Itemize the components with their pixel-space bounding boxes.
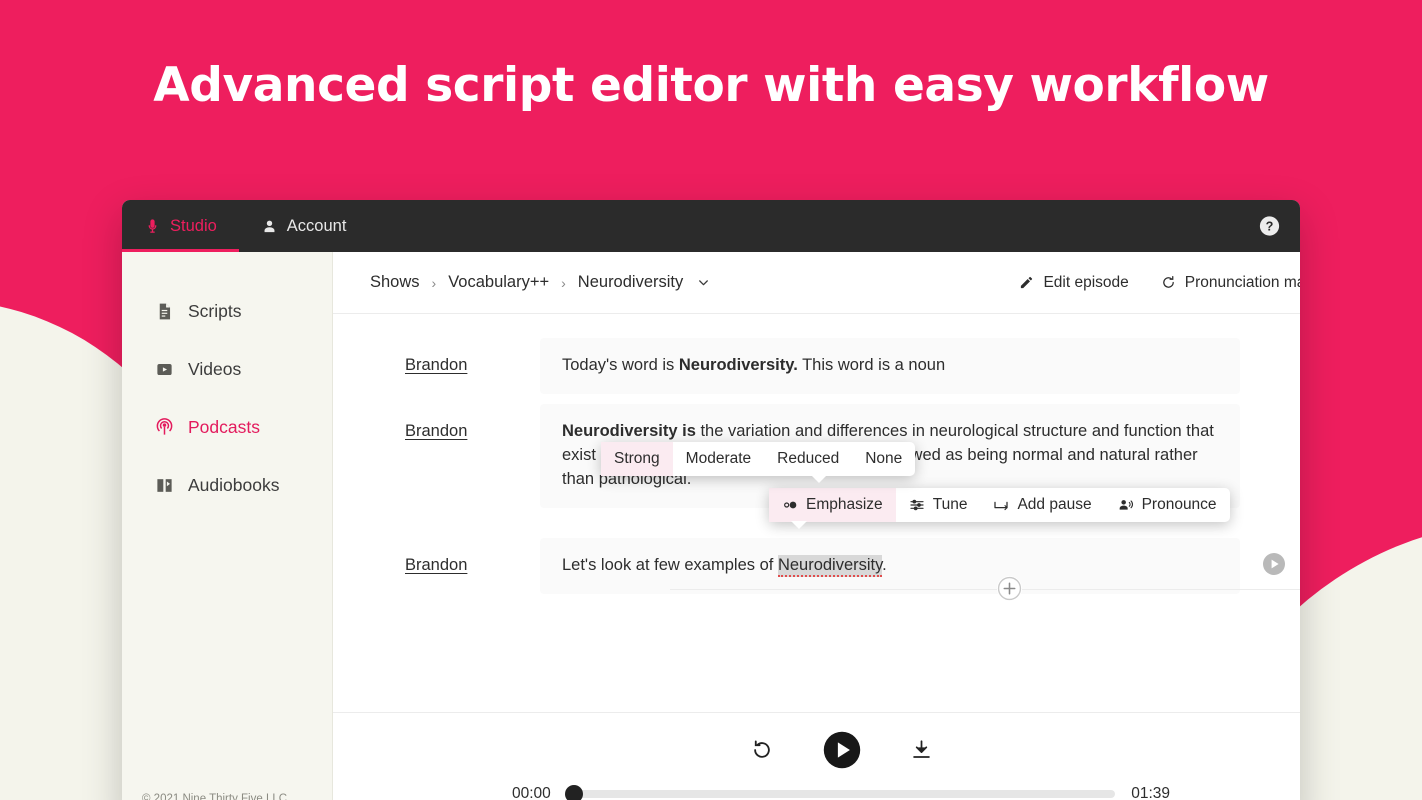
script-text-segment: Let's look at few examples of: [562, 555, 778, 574]
text-context-toolbar: Emphasize Tune Add pause Pronounce: [769, 488, 1230, 529]
emphasis-option-strong[interactable]: Strong: [601, 442, 673, 476]
total-time: 01:39: [1131, 784, 1170, 800]
restart-icon[interactable]: [751, 739, 773, 761]
download-icon[interactable]: [911, 739, 932, 760]
selected-word[interactable]: Neurodiversity: [777, 554, 883, 577]
player-buttons: [751, 731, 932, 769]
sidebar-label-podcasts: Podcasts: [188, 416, 260, 437]
emphasis-level-popup: Strong Moderate Reduced None: [601, 442, 916, 483]
breadcrumb-separator: ›: [431, 274, 437, 291]
edit-episode-label: Edit episode: [1043, 273, 1129, 291]
script-text-segment: Today's word is: [562, 356, 679, 374]
script-area: Brandon Today's word is Neurodiversity. …: [333, 314, 1300, 712]
emphasis-option-label: Strong: [614, 450, 660, 467]
plus-circle-icon[interactable]: [997, 576, 1022, 601]
app-body: Scripts Videos Podcasts Audiobooks © 202…: [122, 252, 1300, 800]
play-circle-icon[interactable]: [1262, 552, 1286, 576]
svg-text:?: ?: [1266, 219, 1274, 233]
video-icon: [157, 363, 172, 375]
topnav-item-account[interactable]: Account: [239, 200, 369, 252]
script-text-segment: .: [882, 555, 887, 574]
topnav-item-studio[interactable]: Studio: [122, 200, 239, 252]
sidebar: Scripts Videos Podcasts Audiobooks © 202…: [122, 252, 333, 800]
script-text-block[interactable]: Today's word is Neurodiversity. This wor…: [540, 338, 1240, 394]
script-block-tools: [1262, 538, 1300, 576]
pronunciation-map-label: Pronunciation map: [1184, 273, 1300, 291]
toolbar-pronounce-label: Pronounce: [1141, 496, 1217, 513]
emphasis-option-label: Moderate: [685, 450, 752, 467]
microphone-icon: [148, 218, 157, 233]
help-circle-icon[interactable]: ?: [1259, 216, 1280, 237]
script-text-segment-bold: Neurodiversity.: [678, 356, 798, 374]
breadcrumb-actions: Edit episode Pronunciation map: [1019, 274, 1300, 292]
toolbar-pronounce-button[interactable]: Pronounce: [1105, 488, 1230, 522]
breadcrumb: Shows › Vocabulary++ › Neurodiversity: [370, 273, 710, 292]
person-icon: [264, 220, 275, 232]
page-title: Advanced script editor with easy workflo…: [153, 58, 1269, 113]
breadcrumb-separator: ›: [561, 274, 566, 291]
toolbar-tune-label: Tune: [932, 496, 968, 513]
sidebar-item-videos[interactable]: Videos: [122, 340, 332, 398]
app-topbar: Studio Account ?: [122, 200, 1300, 252]
sidebar-label-videos: Videos: [188, 358, 242, 379]
breadcrumb-bar: Shows › Vocabulary++ › Neurodiversity Ed…: [333, 252, 1300, 314]
pronunciation-map-button[interactable]: Pronunciation map: [1161, 274, 1300, 292]
seek-track[interactable]: [564, 784, 1116, 800]
sliders-icon: [910, 499, 924, 511]
toolbar-emphasize-button[interactable]: Emphasize: [769, 488, 896, 522]
pencil-icon: [1021, 276, 1033, 289]
edit-episode-button[interactable]: Edit episode: [1019, 273, 1129, 292]
audio-player: 00:00 01:39: [333, 712, 1300, 800]
document-icon: [159, 303, 171, 319]
sidebar-item-audiobooks[interactable]: Audiobooks: [122, 456, 332, 514]
toolbar-add-pause-label: Add pause: [1017, 496, 1092, 513]
play-icon[interactable]: [823, 731, 861, 769]
breadcrumb-item-vocabulary[interactable]: Vocabulary++: [448, 273, 549, 292]
toolbar-add-pause-button[interactable]: Add pause: [980, 488, 1104, 522]
emphasis-option-reduced[interactable]: Reduced: [764, 442, 852, 476]
current-time: 00:00: [512, 784, 551, 800]
emphasis-option-label: Reduced: [777, 450, 840, 467]
script-block: Brandon Today's word is Neurodiversity. …: [333, 338, 1300, 394]
toolbar-emphasize-label: Emphasize: [806, 496, 883, 513]
breadcrumb-item-shows[interactable]: Shows: [370, 273, 420, 292]
audiobook-icon: [157, 477, 172, 493]
emphasize-icon: [784, 501, 797, 509]
breadcrumb-item-neurodiversity[interactable]: Neurodiversity: [578, 273, 683, 292]
app-window: Studio Account ? Scripts Videos Podcasts…: [122, 200, 1300, 800]
podcast-icon: [156, 417, 173, 435]
topnav-label-studio: Studio: [170, 216, 217, 235]
emphasis-option-label: None: [865, 450, 903, 467]
emphasis-option-moderate[interactable]: Moderate: [673, 442, 764, 476]
script-text-segment-bold: Neurodiversity is: [562, 421, 696, 440]
chevron-down-icon[interactable]: [697, 276, 710, 289]
main-content: Shows › Vocabulary++ › Neurodiversity Ed…: [333, 252, 1300, 800]
script-text-segment: This word is a noun: [797, 356, 946, 374]
speaker-name[interactable]: Brandon: [405, 338, 540, 375]
seek-thumb[interactable]: [564, 784, 583, 800]
add-block-divider: [670, 576, 1300, 601]
topnav-label-account: Account: [286, 216, 347, 235]
emphasis-option-none[interactable]: None: [852, 442, 915, 476]
refresh-icon: [1162, 276, 1174, 288]
copyright-text: © 2021 Nine Thirty Five LLC: [142, 793, 288, 800]
speaker-name[interactable]: Brandon: [405, 404, 540, 441]
sidebar-item-podcasts[interactable]: Podcasts: [122, 398, 332, 456]
pause-arrow-icon: [994, 501, 1009, 511]
toolbar-tune-button[interactable]: Tune: [896, 488, 981, 522]
more-vertical-icon[interactable]: [1298, 553, 1300, 575]
seek-row: 00:00 01:39: [512, 784, 1170, 800]
speaker-person-icon: [1119, 500, 1133, 510]
sidebar-item-scripts[interactable]: Scripts: [122, 282, 332, 340]
sidebar-label-scripts: Scripts: [188, 300, 242, 321]
sidebar-label-audiobooks: Audiobooks: [188, 474, 280, 495]
speaker-name[interactable]: Brandon: [405, 538, 540, 575]
